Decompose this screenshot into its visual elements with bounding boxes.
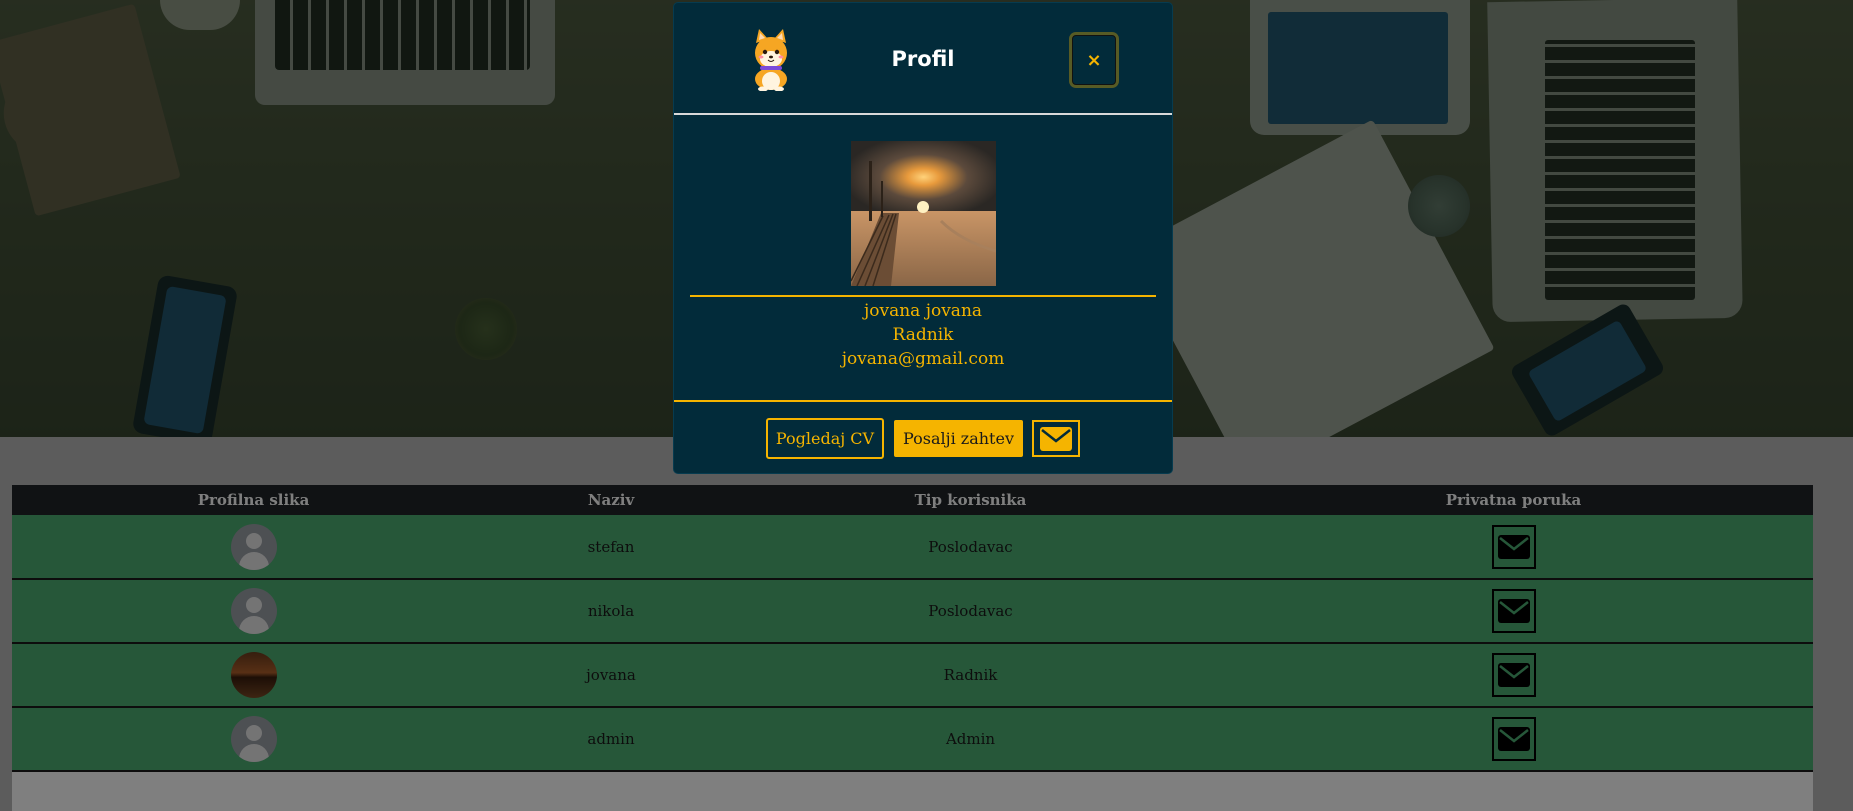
photo-avatar (230, 652, 277, 698)
envelope-icon (1040, 426, 1072, 451)
private-message-button[interactable] (1491, 653, 1536, 697)
header-name: Naziv (587, 491, 635, 509)
default-avatar (230, 523, 277, 570)
modal-footer-divider (674, 400, 1172, 402)
table-row[interactable]: admin Admin (12, 707, 1813, 771)
table-row[interactable]: jovana Radnik (12, 643, 1813, 707)
envelope-icon (1497, 663, 1530, 687)
send-message-button[interactable] (1032, 420, 1080, 457)
envelope-icon (1497, 534, 1530, 559)
default-avatar (230, 716, 277, 762)
default-avatar (230, 588, 277, 634)
user-type: Poslodavac (928, 602, 1013, 620)
private-message-button[interactable] (1491, 524, 1536, 569)
users-table: Profilna slika Naziv Tip korisnika Priva… (12, 485, 1813, 772)
profile-role: Radnik (892, 325, 954, 345)
profile-photo-image (851, 141, 996, 286)
user-name: jovana (586, 666, 636, 684)
modal-header: Profil × (674, 3, 1172, 115)
profile-full-name: jovana jovana (863, 301, 983, 321)
view-cv-button[interactable]: Pogledaj CV (766, 418, 884, 459)
profile-divider (690, 295, 1156, 297)
envelope-icon (1497, 727, 1530, 751)
table-row[interactable]: nikola Poslodavac (12, 579, 1813, 643)
header-private-message: Privatna poruka (1445, 491, 1582, 509)
user-name: nikola (587, 602, 635, 620)
send-request-button[interactable]: Posalji zahtev (894, 420, 1023, 457)
users-table-container: Profilna slika Naziv Tip korisnika Priva… (12, 485, 1813, 811)
table-header-row: Profilna slika Naziv Tip korisnika Priva… (12, 485, 1813, 515)
user-type: Poslodavac (928, 537, 1013, 556)
envelope-icon (1497, 599, 1530, 623)
profile-email: jovana@gmail.com (841, 349, 1005, 369)
close-button[interactable]: × (1072, 35, 1116, 85)
private-message-button[interactable] (1491, 717, 1536, 761)
user-name: stefan (587, 537, 635, 556)
user-type: Admin (945, 730, 996, 748)
profile-modal: Profil × jovana jovana Radnik jovana@gma… (674, 3, 1172, 473)
user-type: Radnik (943, 666, 998, 684)
profile-photo (851, 141, 996, 286)
header-user-type: Tip korisnika (914, 491, 1027, 509)
header-profile-picture: Profilna slika (197, 491, 310, 509)
table-row[interactable]: stefan Poslodavac (12, 515, 1813, 579)
user-name: admin (587, 730, 635, 748)
private-message-button[interactable] (1491, 589, 1536, 633)
